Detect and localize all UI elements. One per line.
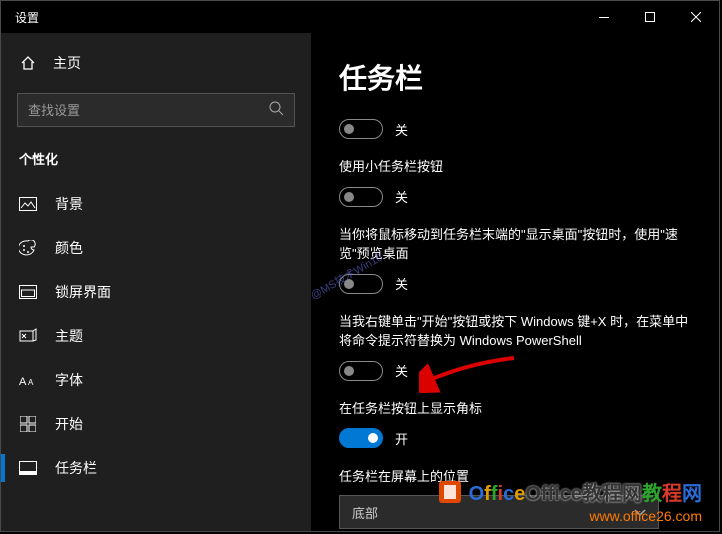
picture-icon [19, 195, 37, 213]
home-label: 主页 [53, 53, 81, 73]
toggle-peek-label: 关 [395, 274, 408, 293]
window-title: 设置 [15, 9, 581, 26]
taskbar-position-dropdown[interactable]: 底部 [339, 495, 659, 529]
search-input[interactable] [17, 93, 295, 127]
palette-icon [19, 239, 37, 257]
toggle-small-buttons[interactable] [339, 187, 383, 207]
sidebar-item-label: 锁屏界面 [55, 282, 111, 302]
font-icon: AA [19, 371, 37, 389]
setting-small-buttons-desc: 使用小任务栏按钮 [339, 157, 691, 177]
chevron-down-icon [634, 505, 646, 520]
theme-icon [19, 327, 37, 345]
toggle-0-label: 关 [395, 120, 408, 139]
search-icon [268, 100, 284, 121]
sidebar-item-label: 字体 [55, 370, 83, 390]
toggle-badges[interactable] [339, 428, 383, 448]
toggle-badges-label: 开 [395, 429, 408, 448]
content-pane: 任务栏 关 使用小任务栏按钮 关 当你将鼠标移动到任务栏末端的"显示桌面"按钮时… [311, 33, 719, 531]
home-icon [19, 54, 37, 72]
sidebar-item-label: 任务栏 [55, 458, 97, 478]
taskbar-icon [19, 459, 37, 477]
dropdown-value: 底部 [352, 503, 378, 522]
page-title: 任务栏 [339, 57, 691, 97]
svg-text:A: A [19, 376, 27, 387]
sidebar-item-label: 背景 [55, 194, 83, 214]
sidebar-item-background[interactable]: 背景 [1, 182, 311, 226]
toggle-powershell-label: 关 [395, 361, 408, 380]
search-field[interactable] [28, 103, 268, 118]
taskbar-position-label: 任务栏在屏幕上的位置 [339, 466, 691, 485]
sidebar-item-lockscreen[interactable]: 锁屏界面 [1, 270, 311, 314]
setting-powershell-desc: 当我右键单击"开始"按钮或按下 Windows 键+X 时，在菜单中将命令提示符… [339, 312, 691, 351]
toggle-peek[interactable] [339, 274, 383, 294]
sidebar-item-fonts[interactable]: AA 字体 [1, 358, 311, 402]
sidebar-item-label: 主题 [55, 326, 83, 346]
lockscreen-icon [19, 283, 37, 301]
svg-text:A: A [28, 378, 34, 387]
home-link[interactable]: 主页 [1, 43, 311, 83]
toggle-0[interactable] [339, 119, 383, 139]
start-icon [19, 415, 37, 433]
sidebar-item-themes[interactable]: 主题 [1, 314, 311, 358]
sidebar-item-label: 开始 [55, 414, 83, 434]
sidebar-item-taskbar[interactable]: 任务栏 [1, 446, 311, 490]
toggle-powershell[interactable] [339, 361, 383, 381]
setting-peek-desc: 当你将鼠标移动到任务栏末端的"显示桌面"按钮时，使用"速览"预览桌面 [339, 225, 691, 264]
sidebar: 主页 个性化 背景 颜色 [1, 33, 311, 531]
sidebar-item-colors[interactable]: 颜色 [1, 226, 311, 270]
sidebar-item-label: 颜色 [55, 238, 83, 258]
sidebar-item-start[interactable]: 开始 [1, 402, 311, 446]
category-label: 个性化 [1, 141, 311, 182]
setting-badges-desc: 在任务栏按钮上显示角标 [339, 399, 691, 419]
close-button[interactable] [673, 1, 719, 33]
minimize-button[interactable] [581, 1, 627, 33]
maximize-button[interactable] [627, 1, 673, 33]
toggle-small-buttons-label: 关 [395, 187, 408, 206]
